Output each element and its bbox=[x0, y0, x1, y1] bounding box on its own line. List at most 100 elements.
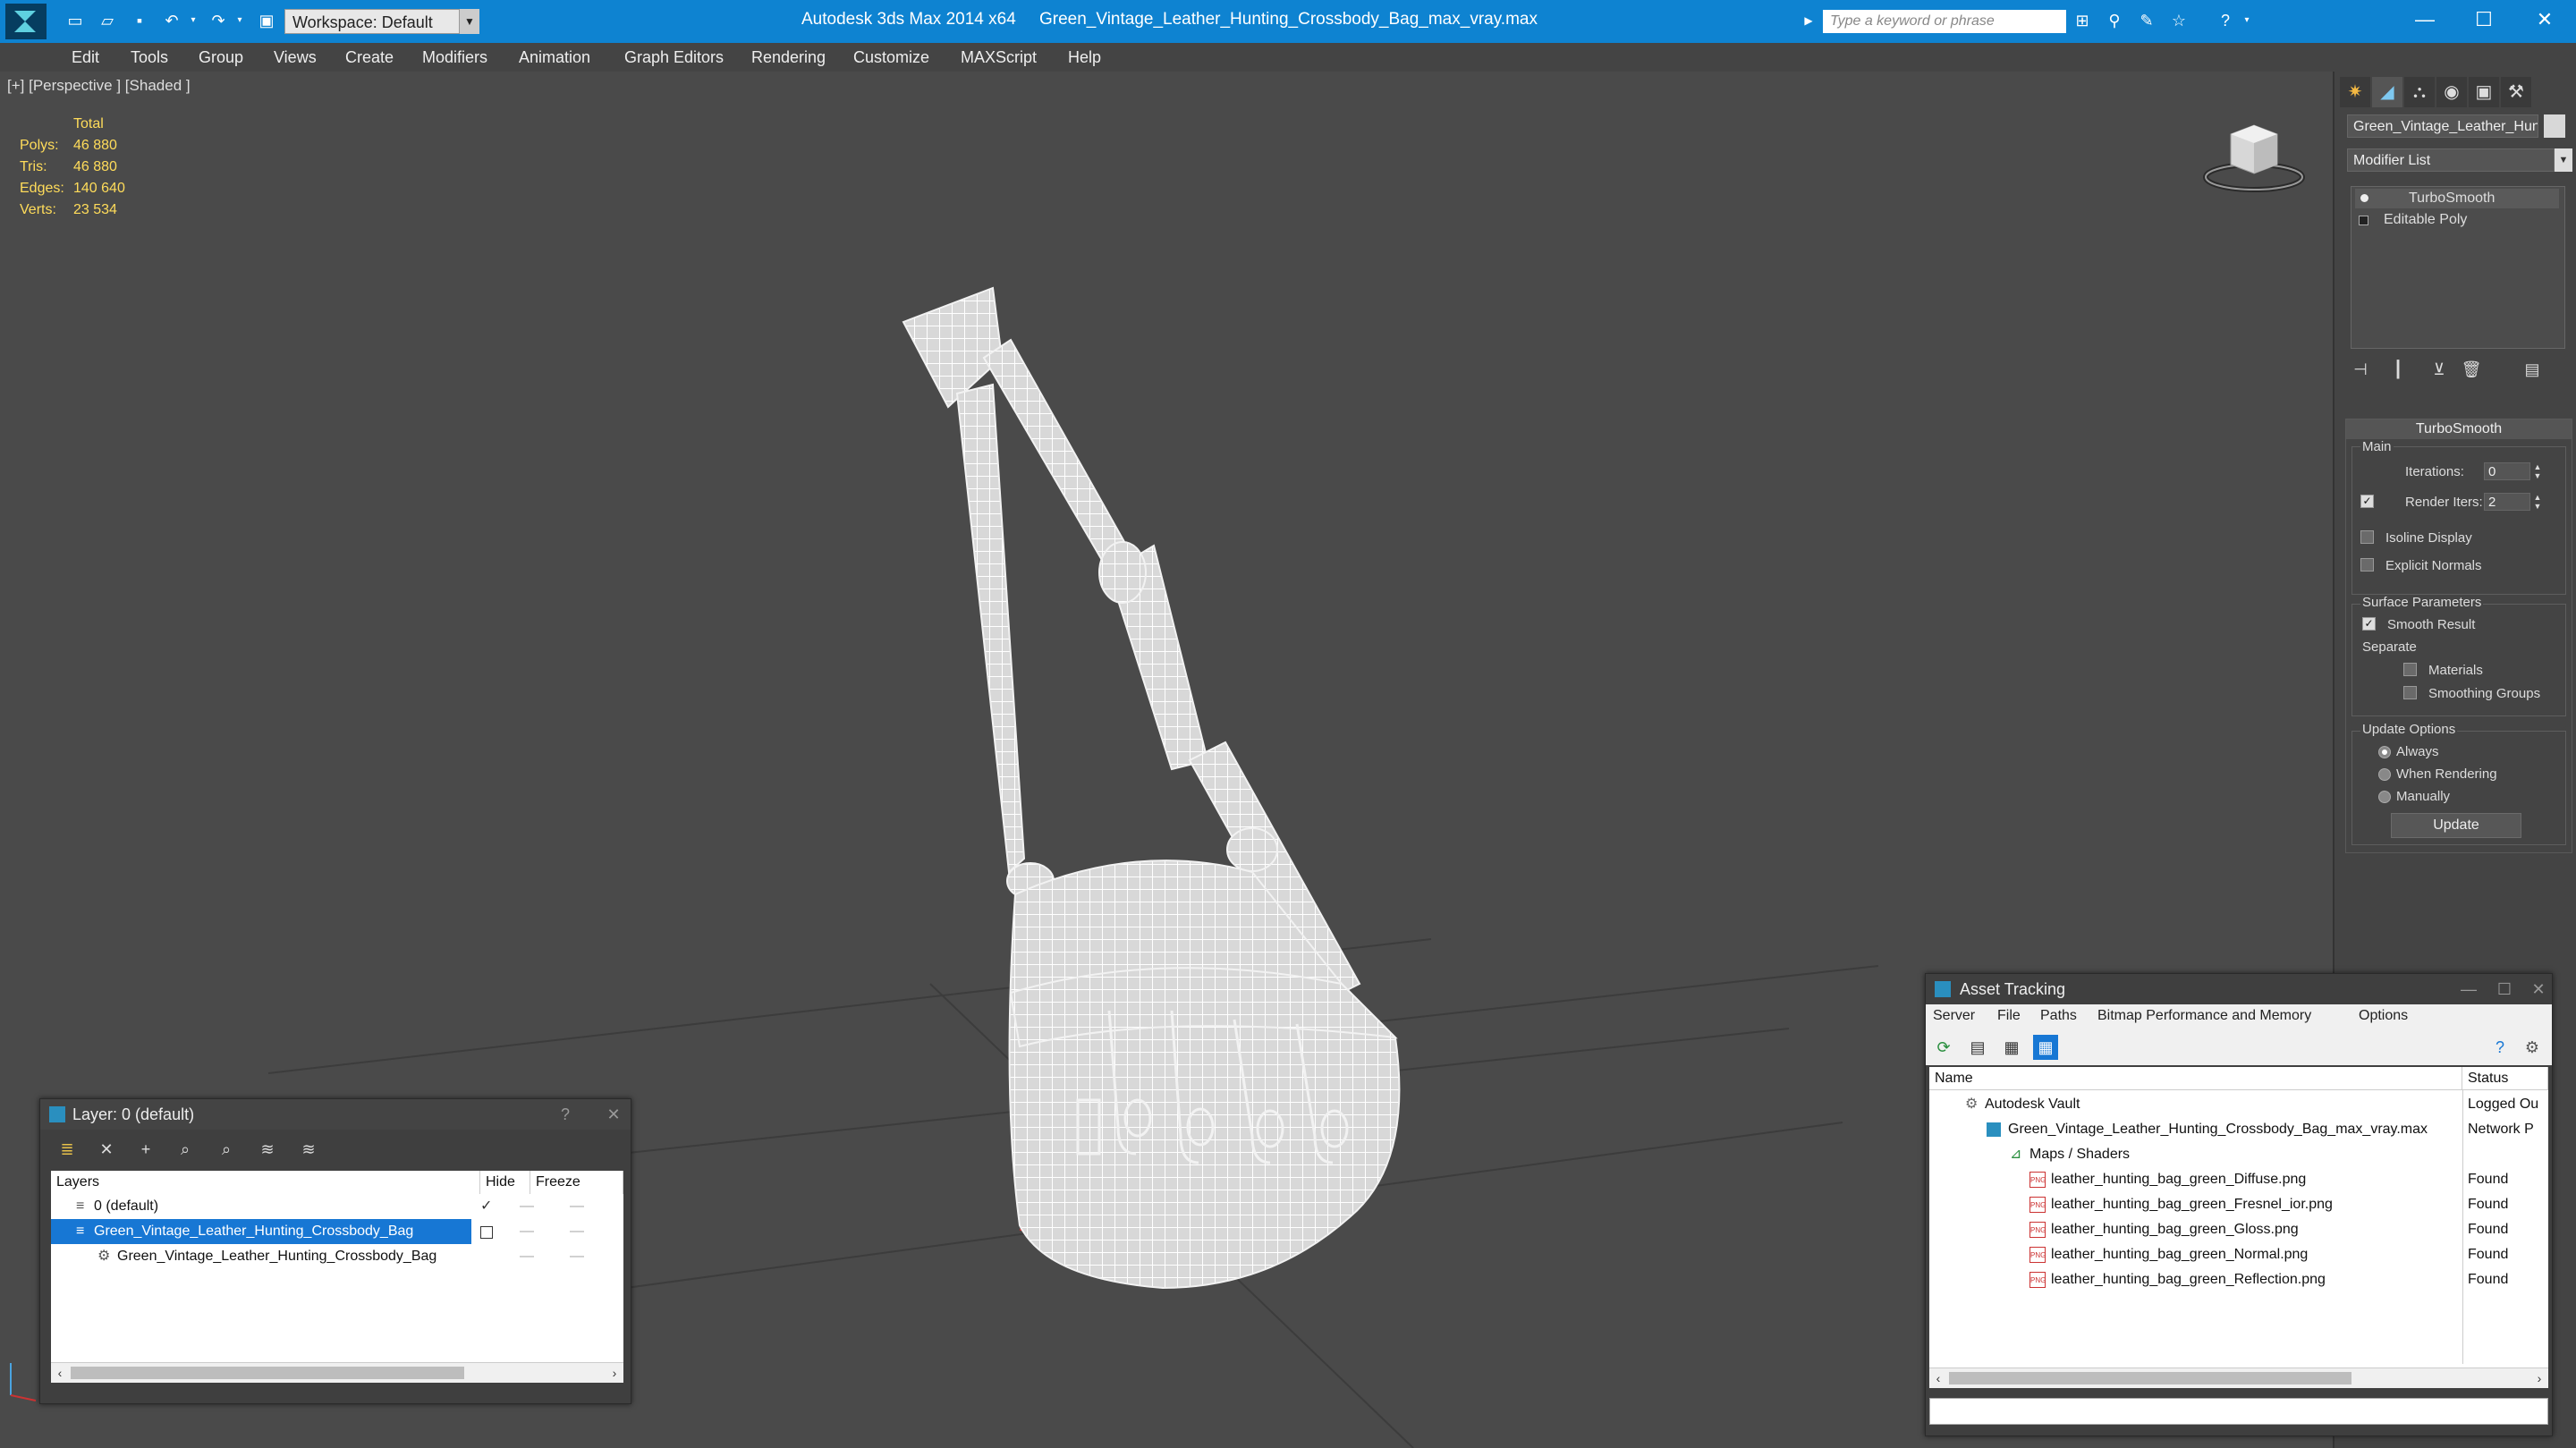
when-rendering-radio[interactable] bbox=[2378, 768, 2391, 781]
layer-row-default[interactable]: ≡ 0 (default) ✓ — — bbox=[51, 1194, 623, 1219]
rollout-header[interactable]: TurboSmooth bbox=[2346, 419, 2572, 439]
project-folder-icon[interactable]: ▣ bbox=[256, 11, 277, 30]
binoculars-icon[interactable]: ⊞ bbox=[2072, 11, 2093, 30]
smooth-result-checkbox[interactable]: ✓ bbox=[2362, 617, 2376, 631]
create-layer-icon[interactable]: ≣ bbox=[55, 1137, 80, 1162]
display-tab-icon[interactable]: ▣ bbox=[2469, 77, 2499, 107]
menu-group[interactable]: Group bbox=[199, 43, 243, 72]
menu-tools[interactable]: Tools bbox=[131, 43, 168, 72]
active-layer-check-icon[interactable]: ✓ bbox=[480, 1194, 492, 1219]
redo-icon[interactable]: ↷ bbox=[208, 11, 229, 30]
scroll-thumb[interactable] bbox=[1949, 1372, 2351, 1384]
list-view-icon[interactable]: ▤ bbox=[1965, 1035, 1990, 1060]
object-name-field[interactable]: Green_Vintage_Leather_Hun bbox=[2347, 114, 2538, 138]
asset-window-minimize-icon[interactable]: — bbox=[2455, 974, 2482, 1004]
redo-dropdown-icon[interactable]: ▾ bbox=[229, 11, 250, 30]
layer-window-help-icon[interactable]: ? bbox=[552, 1099, 579, 1130]
layer-row-bag[interactable]: ≡ Green_Vintage_Leather_Hunting_Crossbod… bbox=[51, 1219, 623, 1244]
asset-menu-options[interactable]: Options bbox=[2359, 1008, 2408, 1024]
menu-customize[interactable]: Customize bbox=[853, 43, 929, 72]
subscription-icon[interactable]: ✎ bbox=[2136, 11, 2157, 30]
asset-row-gloss[interactable]: PNG leather_hunting_bag_green_Gloss.png … bbox=[1929, 1217, 2548, 1242]
view-cube[interactable] bbox=[2202, 118, 2306, 199]
freeze-toggle[interactable]: — bbox=[570, 1194, 584, 1219]
menu-graph-editors[interactable]: Graph Editors bbox=[624, 43, 724, 72]
layer-window-close-icon[interactable]: ✕ bbox=[600, 1099, 627, 1130]
hide-toggle[interactable]: — bbox=[520, 1219, 534, 1244]
iterations-spinner[interactable]: 0 bbox=[2484, 462, 2530, 480]
update-button[interactable]: Update bbox=[2391, 813, 2521, 838]
help-dropdown-icon[interactable]: ▾ bbox=[2236, 11, 2258, 30]
freeze-column-header[interactable]: Freeze bbox=[530, 1171, 623, 1194]
smoothing-groups-checkbox[interactable] bbox=[2403, 686, 2417, 699]
scroll-left-icon[interactable]: ‹ bbox=[1929, 1368, 1947, 1388]
menu-edit[interactable]: Edit bbox=[72, 43, 99, 72]
select-objects-icon[interactable]: ⌕ bbox=[173, 1137, 198, 1162]
open-file-icon[interactable]: ▱ bbox=[97, 11, 118, 30]
menu-help[interactable]: Help bbox=[1068, 43, 1101, 72]
make-unique-icon[interactable]: ⊻ bbox=[2426, 356, 2453, 383]
delete-layer-icon[interactable]: ✕ bbox=[94, 1137, 119, 1162]
scroll-thumb[interactable] bbox=[71, 1367, 464, 1379]
always-radio[interactable] bbox=[2378, 746, 2391, 758]
motion-tab-icon[interactable]: ◉ bbox=[2436, 77, 2467, 107]
expand-icon[interactable] bbox=[2359, 216, 2368, 225]
workspace-dropdown-icon[interactable]: ▼ bbox=[460, 9, 479, 34]
asset-row-reflection[interactable]: PNG leather_hunting_bag_green_Reflection… bbox=[1929, 1267, 2548, 1292]
app-logo-icon[interactable] bbox=[5, 4, 47, 39]
render-iters-spinner-arrows-icon[interactable]: ▲ ▼ bbox=[2532, 493, 2543, 511]
settings-icon[interactable]: ⚙ bbox=[2520, 1035, 2545, 1060]
search-expand-icon[interactable]: ▶ bbox=[1798, 11, 1819, 30]
render-iters-spinner[interactable]: 2 bbox=[2484, 493, 2530, 511]
asset-window-close-icon[interactable]: ✕ bbox=[2525, 974, 2552, 1004]
scroll-left-icon[interactable]: ‹ bbox=[51, 1363, 69, 1383]
asset-row-scene-file[interactable]: Green_Vintage_Leather_Hunting_Crossbody_… bbox=[1929, 1117, 2548, 1142]
utilities-tab-icon[interactable]: ⚒ bbox=[2501, 77, 2531, 107]
hide-toggle[interactable]: — bbox=[520, 1194, 534, 1219]
scroll-right-icon[interactable]: › bbox=[2530, 1368, 2548, 1388]
render-iters-checkbox[interactable]: ✓ bbox=[2360, 495, 2374, 508]
modifier-list-dropdown-icon[interactable]: ▼ bbox=[2555, 148, 2572, 172]
manually-radio[interactable] bbox=[2378, 791, 2391, 803]
menu-views[interactable]: Views bbox=[274, 43, 317, 72]
name-column-header[interactable]: Name bbox=[1929, 1067, 2462, 1090]
freeze-all-layers-icon[interactable]: ≋ bbox=[296, 1137, 321, 1162]
modify-tab-icon[interactable]: ◢ bbox=[2372, 77, 2402, 107]
help-icon[interactable]: ? bbox=[2487, 1035, 2512, 1060]
freeze-toggle[interactable]: — bbox=[570, 1244, 584, 1269]
stack-item-turbosmooth[interactable]: TurboSmooth bbox=[2355, 189, 2559, 208]
menu-modifiers[interactable]: Modifiers bbox=[422, 43, 487, 72]
scroll-right-icon[interactable]: › bbox=[606, 1363, 623, 1383]
help-icon[interactable]: ? bbox=[2215, 11, 2236, 30]
stack-item-editable-poly[interactable]: Editable Poly bbox=[2355, 210, 2559, 230]
add-to-layer-icon[interactable]: + bbox=[133, 1137, 158, 1162]
status-column-header[interactable]: Status bbox=[2462, 1067, 2548, 1090]
undo-icon[interactable]: ↶ bbox=[161, 11, 182, 30]
favorites-star-icon[interactable]: ☆ bbox=[2168, 11, 2190, 30]
new-file-icon[interactable]: ▭ bbox=[64, 11, 86, 30]
menu-rendering[interactable]: Rendering bbox=[751, 43, 826, 72]
menu-maxscript[interactable]: MAXScript bbox=[961, 43, 1037, 72]
isoline-display-checkbox[interactable] bbox=[2360, 530, 2374, 544]
hide-column-header[interactable]: Hide bbox=[480, 1171, 530, 1194]
asset-menu-bitmap-performance[interactable]: Bitmap Performance and Memory bbox=[2097, 1008, 2311, 1024]
table-view-icon[interactable]: ▦ bbox=[1999, 1035, 2024, 1060]
hierarchy-tab-icon[interactable]: ⛬ bbox=[2404, 77, 2435, 107]
layer-window-titlebar[interactable]: Layer: 0 (default) bbox=[40, 1099, 631, 1130]
freeze-toggle[interactable]: — bbox=[570, 1219, 584, 1244]
show-end-result-icon[interactable]: ┃ bbox=[2385, 356, 2411, 383]
refresh-icon[interactable]: ⟳ bbox=[1931, 1035, 1956, 1060]
asset-menu-server[interactable]: Server bbox=[1933, 1008, 1975, 1024]
asset-menu-paths[interactable]: Paths bbox=[2040, 1008, 2077, 1024]
asset-row-normal[interactable]: PNG leather_hunting_bag_green_Normal.png… bbox=[1929, 1242, 2548, 1267]
lightbulb-icon[interactable] bbox=[2360, 194, 2368, 202]
menu-animation[interactable]: Animation bbox=[519, 43, 590, 72]
layers-column-header[interactable]: Layers bbox=[51, 1171, 480, 1194]
communication-center-icon[interactable]: ⚲ bbox=[2104, 11, 2125, 30]
asset-row-diffuse[interactable]: PNG leather_hunting_bag_green_Diffuse.pn… bbox=[1929, 1167, 2548, 1192]
menu-create[interactable]: Create bbox=[345, 43, 394, 72]
iterations-spinner-arrows-icon[interactable]: ▲ ▼ bbox=[2532, 462, 2543, 480]
asset-table-scrollbar[interactable]: ‹ › bbox=[1929, 1368, 2548, 1388]
layer-row-object[interactable]: ⚙ Green_Vintage_Leather_Hunting_Crossbod… bbox=[51, 1244, 623, 1269]
object-color-swatch[interactable] bbox=[2544, 114, 2565, 138]
